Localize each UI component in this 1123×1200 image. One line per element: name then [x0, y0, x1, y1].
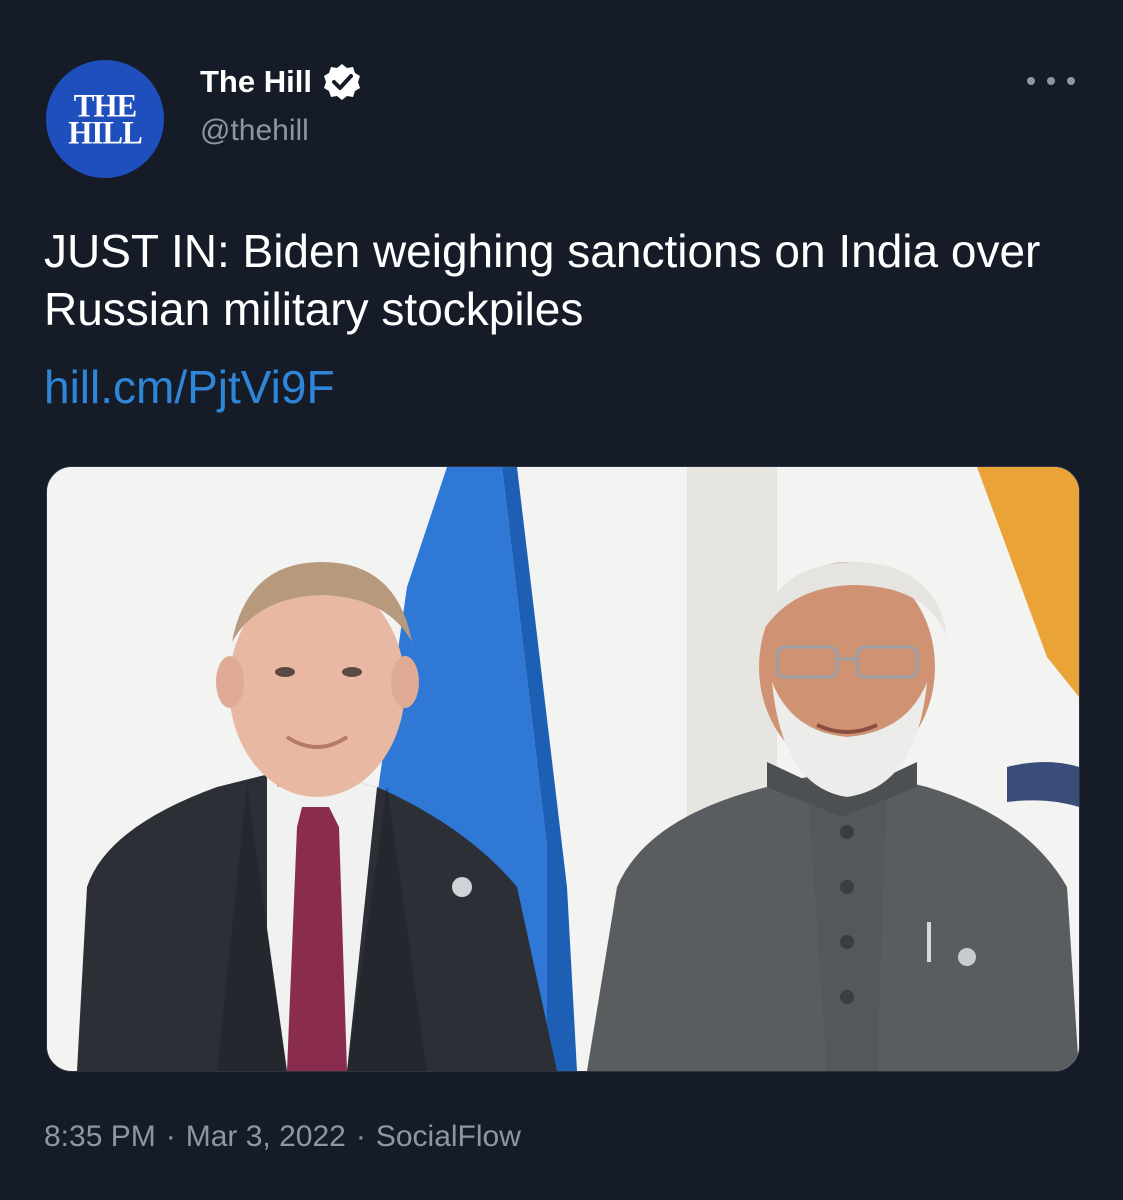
tweet-time[interactable]: 8:35 PM — [44, 1120, 156, 1154]
tweet-date[interactable]: Mar 3, 2022 — [186, 1120, 346, 1154]
tweet-meta: 8:35 PM · Mar 3, 2022 · SocialFlow — [44, 1120, 521, 1154]
meta-separator: · — [355, 1120, 366, 1153]
display-name[interactable]: The Hill — [200, 64, 312, 100]
avatar[interactable]: THE HILL — [46, 60, 164, 178]
author-name-row: The Hill — [200, 62, 362, 102]
photo-icon — [47, 467, 1079, 1071]
tweet-text: JUST IN: Biden weighing sanctions on Ind… — [44, 225, 1041, 335]
tweet-media-photo[interactable] — [46, 466, 1080, 1072]
more-options-icon[interactable] — [1027, 66, 1075, 96]
meta-separator: · — [165, 1120, 176, 1153]
avatar-logo-line-2: HILL — [68, 114, 143, 151]
author-handle[interactable]: @thehill — [200, 114, 309, 148]
tweet-link[interactable]: hill.cm/PjtVi9F — [44, 358, 335, 416]
tweet-source[interactable]: SocialFlow — [376, 1120, 521, 1154]
tweet: THE HILL The Hill @thehill JUST IN: Bide… — [0, 0, 1123, 1200]
verified-badge-icon — [322, 62, 362, 102]
